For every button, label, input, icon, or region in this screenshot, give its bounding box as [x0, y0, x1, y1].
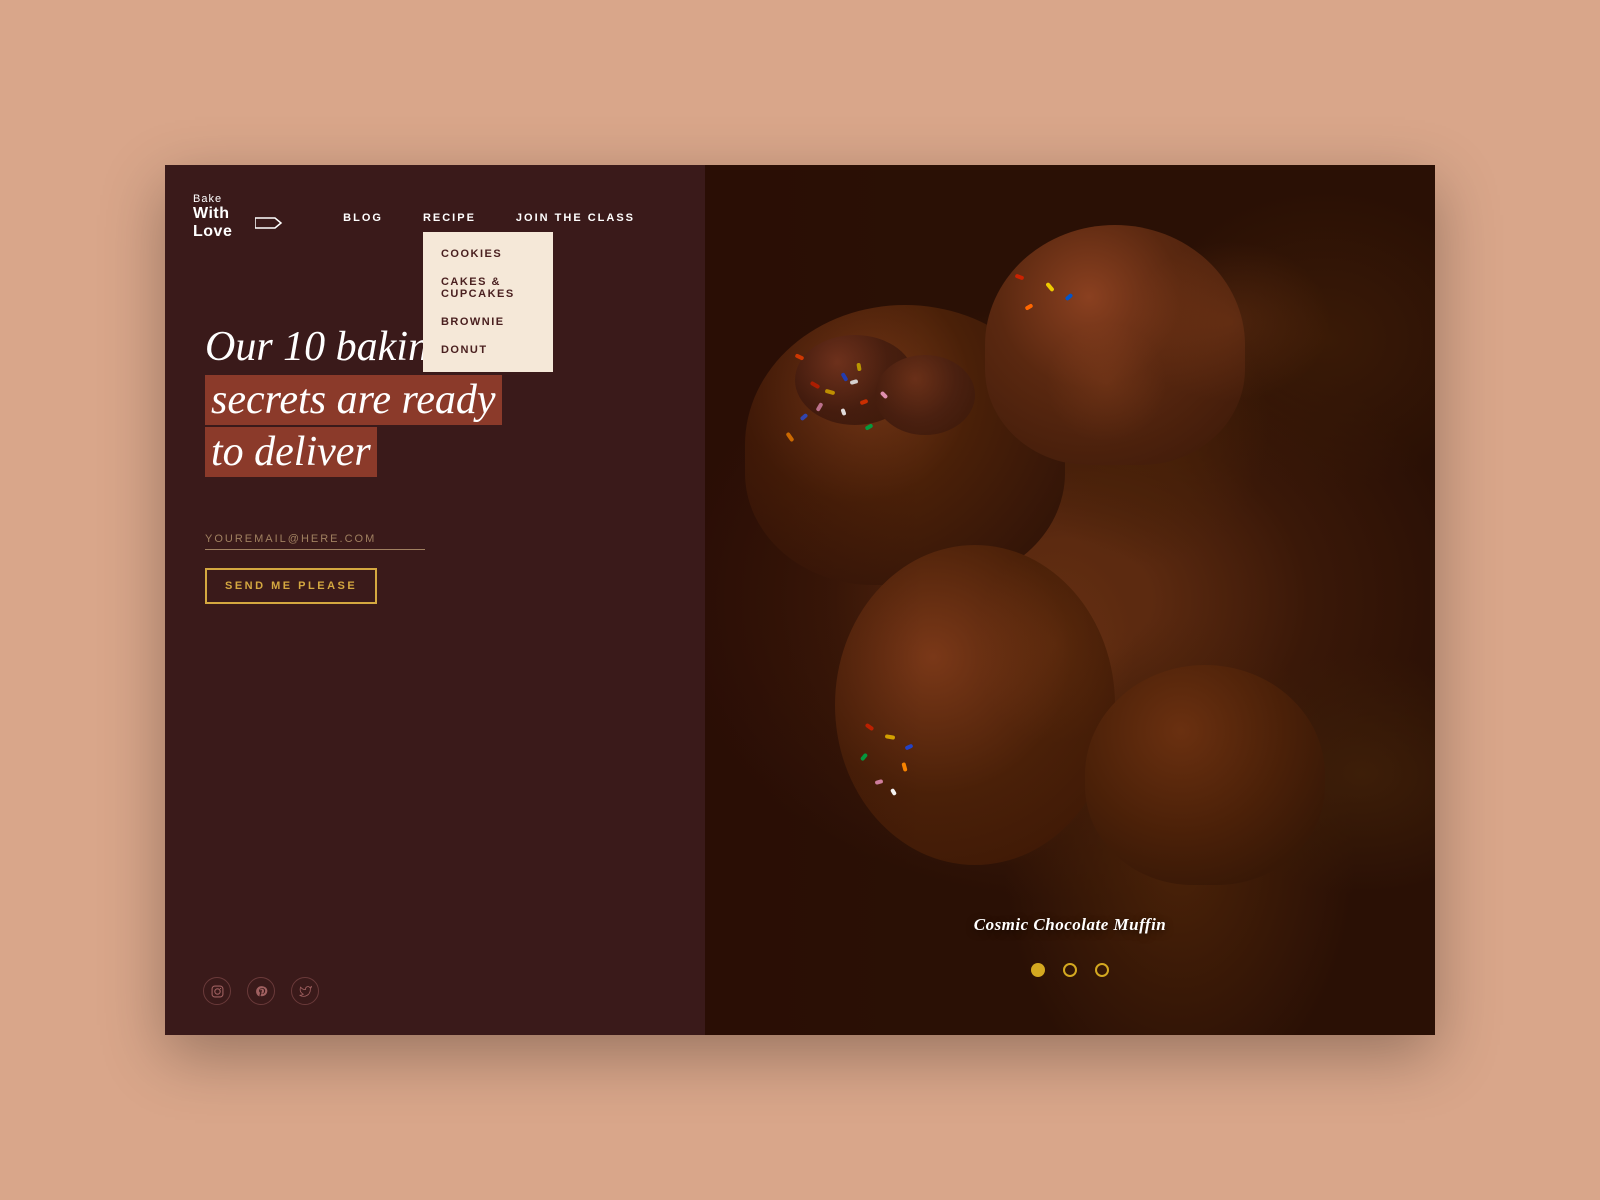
pinterest-icon[interactable]: [247, 977, 275, 1005]
left-panel: Bake With Love BLOG RECIPE: [165, 165, 705, 1035]
photo-caption-area: Cosmic Chocolate Muffin: [974, 915, 1167, 935]
twitter-icon[interactable]: [291, 977, 319, 1005]
blog-link[interactable]: BLOG: [343, 212, 423, 224]
social-area: [165, 977, 705, 1035]
right-panel: Cosmic Chocolate Muffin: [705, 165, 1435, 1035]
dropdown-donut[interactable]: DONUT: [423, 336, 553, 364]
dropdown-cookies[interactable]: COOKIES: [423, 240, 553, 268]
main-window: Bake With Love BLOG RECIPE: [165, 165, 1435, 1035]
nav-blog[interactable]: BLOG: [343, 208, 423, 226]
logo-area: Bake With Love: [193, 193, 283, 241]
photo-caption-text: Cosmic Chocolate Muffin: [974, 915, 1167, 934]
nav-join-class[interactable]: JOIN THE CLASS: [516, 208, 675, 226]
navbar: Bake With Love BLOG RECIPE: [165, 165, 705, 241]
email-form: SEND ME PLEASE: [205, 529, 675, 604]
nav-links: BLOG RECIPE COOKIES CAKES &CUPCAKES BROW…: [343, 208, 675, 226]
logo-bake-text: Bake: [193, 193, 283, 205]
dropdown-cakes-cupcakes[interactable]: CAKES &CUPCAKES: [423, 268, 553, 308]
logo-tag-icon: [255, 216, 283, 230]
carousel-dot-1[interactable]: [1031, 963, 1045, 977]
email-input[interactable]: [205, 529, 425, 550]
recipe-dropdown: COOKIES CAKES &CUPCAKES BROWNIE DONUT: [423, 232, 553, 372]
carousel-dot-2[interactable]: [1063, 963, 1077, 977]
instagram-icon[interactable]: [203, 977, 231, 1005]
send-button[interactable]: SEND ME PLEASE: [205, 568, 377, 604]
photo-overlay: [705, 165, 1435, 1035]
nav-recipe[interactable]: RECIPE COOKIES CAKES &CUPCAKES BROWNIE D…: [423, 208, 516, 226]
join-class-link[interactable]: JOIN THE CLASS: [516, 212, 675, 224]
recipe-link[interactable]: RECIPE: [423, 212, 516, 224]
carousel-dots: [1031, 963, 1109, 977]
dropdown-brownie[interactable]: BROWNIE: [423, 308, 553, 336]
logo-with-love-text: With Love: [193, 205, 283, 241]
carousel-dot-3[interactable]: [1095, 963, 1109, 977]
